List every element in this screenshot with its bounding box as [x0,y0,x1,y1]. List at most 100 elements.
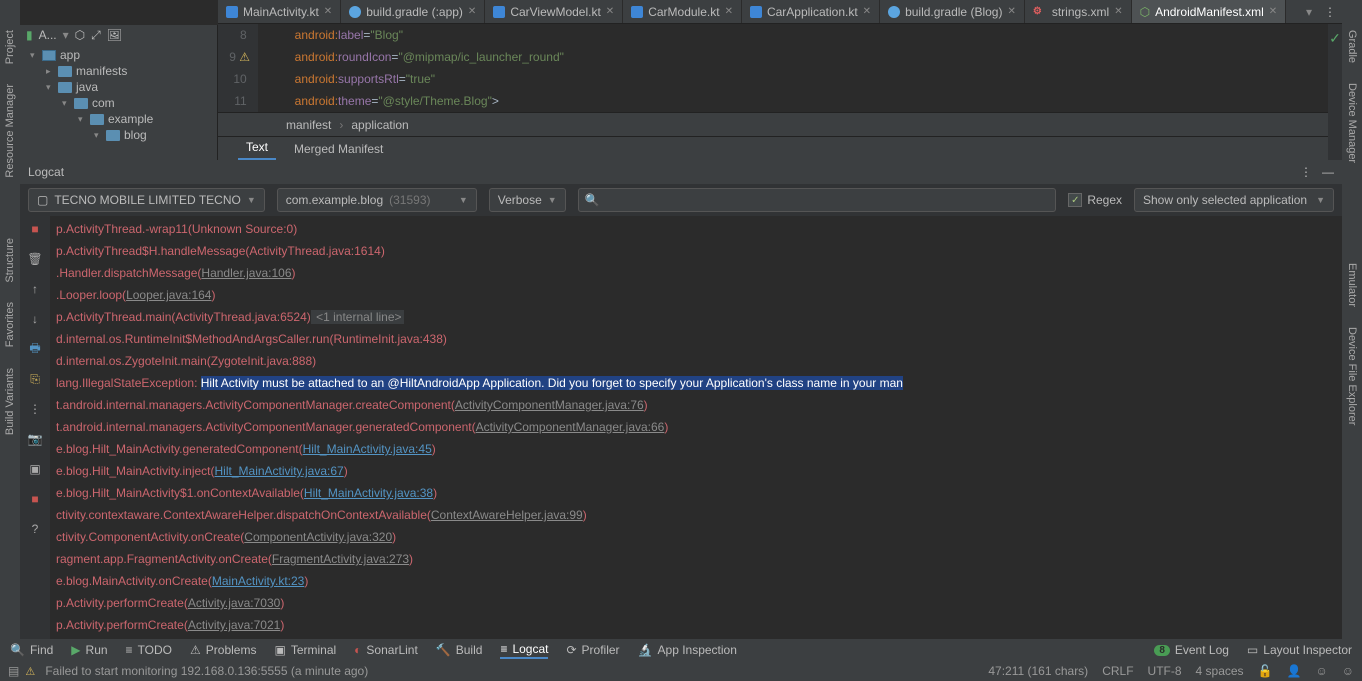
side-structure[interactable]: Structure [4,238,16,283]
android-dropdown[interactable]: A... [39,28,57,42]
log-line[interactable]: ctivity.ComponentActivity.onCreate(Compo… [56,526,1336,548]
chevron-icon[interactable]: ▾ [78,114,86,125]
log-line[interactable]: p.Activity.performCreate(Activity.java:7… [56,614,1336,636]
side-emulator[interactable]: Emulator [1346,263,1358,307]
stack-link[interactable]: FragmentActivity.java:273 [272,552,409,566]
log-line[interactable]: t.android.internal.managers.ActivityComp… [56,394,1336,416]
chevron-icon[interactable]: ▾ [46,82,54,93]
tree-item-app[interactable]: ▾ app [24,47,213,63]
collapsed-frames[interactable]: <1 internal line> [311,310,404,324]
tree-item-com[interactable]: ▾ com [24,95,213,111]
log-line[interactable]: e.blog.MainActivity.onCreate(MainActivit… [56,570,1336,592]
stack-link[interactable]: Hilt_MainActivity.java:45 [303,442,432,456]
side-project[interactable]: Project [4,30,16,64]
man-icon[interactable]: 👤 [1287,664,1302,678]
stack-link[interactable]: Hilt_MainActivity.java:38 [304,486,433,500]
stack-link[interactable]: Handler.java:106 [201,266,291,280]
project-head[interactable]: ▮ A... ▾ ⬡ ⤢ 🖼 [20,25,217,45]
breadcrumb[interactable]: manifest › application [218,112,1342,136]
chevron-icon[interactable]: ▾ [94,130,102,141]
sub-tab-0[interactable]: Text [238,136,276,160]
face2-icon[interactable]: ☺ [1342,664,1354,678]
editor-code[interactable]: android:label="Blog" android:roundIcon="… [258,24,1342,112]
close-icon[interactable]: ✕ [725,6,733,17]
bottom-tool-run[interactable]: ▶ Run [71,643,107,657]
scroll-up-icon[interactable]: ↑ [26,280,44,298]
log-line[interactable]: t.android.internal.managers.ActivityComp… [56,416,1336,438]
gutter-line[interactable]: 11 [218,90,250,112]
code-line[interactable]: android:roundIcon="@mipmap/ic_launcher_r… [268,46,1342,68]
indent[interactable]: 4 spaces [1196,664,1244,678]
help-icon[interactable]: ? [26,520,44,538]
log-line[interactable]: lang.IllegalStateException: Hilt Activit… [56,372,1336,394]
side-device-manager[interactable]: Device Manager [1346,83,1358,163]
close-icon[interactable]: ✕ [606,6,614,17]
code-line[interactable]: android:theme="@style/Theme.Blog"> [268,90,1342,112]
log-line[interactable]: p.Activity.performCreate(Activity.java:7… [56,592,1336,614]
bottom-tool-problems[interactable]: ⚠ Problems [190,643,256,657]
bottom-tool-profiler[interactable]: ⟳ Profiler [566,643,619,657]
tree-item-manifests[interactable]: ▸ manifests [24,63,213,79]
stack-link[interactable]: ContextAwareHelper.java:99 [431,508,583,522]
log-line[interactable]: p.ActivityThread.-wrap11(Unknown Source:… [56,218,1336,240]
print-icon[interactable]: 🖶 [26,340,44,358]
log-line[interactable]: .Handler.dispatchMessage(Handler.java:10… [56,262,1336,284]
stack-link[interactable]: Looper.java:164 [126,288,211,302]
gutter-line[interactable]: 9 ⚠ [218,46,250,68]
chevron-icon[interactable]: ▾ [62,98,70,109]
editor-tab-0[interactable]: MainActivity.kt ✕ [218,0,341,24]
stack-link[interactable]: Activity.java:7030 [188,596,281,610]
tabs-more-icon[interactable]: ⋮ [1318,5,1342,19]
device-dropdown[interactable]: ▢ TECNO MOBILE LIMITED TECNO ▼ [28,188,265,212]
breadcrumb-0[interactable]: manifest [286,118,331,132]
encoding[interactable]: UTF-8 [1148,664,1182,678]
status-icon[interactable]: ▤ [8,664,19,678]
logcat-more-icon[interactable]: ⋮ [1300,165,1312,179]
stack-link[interactable]: ActivityComponentManager.java:76 [455,398,644,412]
bottom-tool-todo[interactable]: ≡ TODO [126,643,172,657]
stack-link[interactable]: ActivityComponentManager.java:66 [476,420,665,434]
terminate-icon[interactable]: ■ [26,490,44,508]
close-icon[interactable]: ✕ [1114,6,1122,17]
filter-dropdown[interactable]: Show only selected application ▼ [1134,188,1334,212]
bottom-tool-event log[interactable]: 8 Event Log [1154,643,1229,657]
logcat-search[interactable]: 🔍 [578,188,1057,212]
tabs-dropdown-icon[interactable]: ▾ [1300,5,1318,19]
editor-tab-5[interactable]: build.gradle (Blog) ✕ [880,0,1025,24]
logcat-minimize-icon[interactable]: — [1322,165,1334,179]
tree-item-blog[interactable]: ▾ blog [24,127,213,143]
editor-tab-4[interactable]: CarApplication.kt ✕ [742,0,880,24]
side-build-variants[interactable]: Build Variants [4,368,16,435]
image-icon[interactable]: 🖼 [107,28,122,42]
bottom-tool-app inspection[interactable]: 🔬 App Inspection [638,643,737,657]
scroll-down-icon[interactable]: ↓ [26,310,44,328]
clear-icon[interactable]: 🗑 [26,250,44,268]
log-line[interactable]: ctivity.contextaware.ContextAwareHelper.… [56,504,1336,526]
gutter-line[interactable]: 10 [218,68,250,90]
bottom-tool-find[interactable]: 🔍 Find [10,643,53,657]
chevron-icon[interactable]: ▾ [30,50,38,61]
log-line[interactable]: e.blog.Hilt_MainActivity.generatedCompon… [56,438,1336,460]
close-icon[interactable]: ✕ [1007,6,1015,17]
stop-icon[interactable]: ■ [26,220,44,238]
sub-tab-1[interactable]: Merged Manifest [286,138,391,160]
regex-checkbox[interactable]: ✓ Regex [1068,193,1122,207]
caret-position[interactable]: 47:211 (161 chars) [988,664,1088,678]
close-icon[interactable]: ✕ [324,6,332,17]
stack-link[interactable]: Hilt_MainActivity.java:67 [215,464,344,478]
code-line[interactable]: android:supportsRtl="true" [268,68,1342,90]
bottom-tool-layout inspector[interactable]: ▭ Layout Inspector [1247,643,1352,657]
stack-link[interactable]: Activity.java:7021 [188,618,281,632]
line-ending[interactable]: CRLF [1102,664,1133,678]
log-line[interactable]: .Looper.loop(Looper.java:164) [56,284,1336,306]
code-line[interactable]: android:label="Blog" [268,24,1342,46]
side-favorites[interactable]: Favorites [4,302,16,347]
target-icon[interactable]: ⬡ [75,28,85,42]
breadcrumb-1[interactable]: application [351,118,408,132]
expand-icon[interactable]: ⤢ [91,28,101,43]
tree-item-java[interactable]: ▾ java [24,79,213,95]
level-dropdown[interactable]: Verbose ▼ [489,188,566,212]
process-dropdown[interactable]: com.example.blog (31593) ▼ [277,188,477,212]
side-gradle[interactable]: Gradle [1346,30,1358,63]
log-line[interactable]: p.ActivityThread$H.handleMessage(Activit… [56,240,1336,262]
